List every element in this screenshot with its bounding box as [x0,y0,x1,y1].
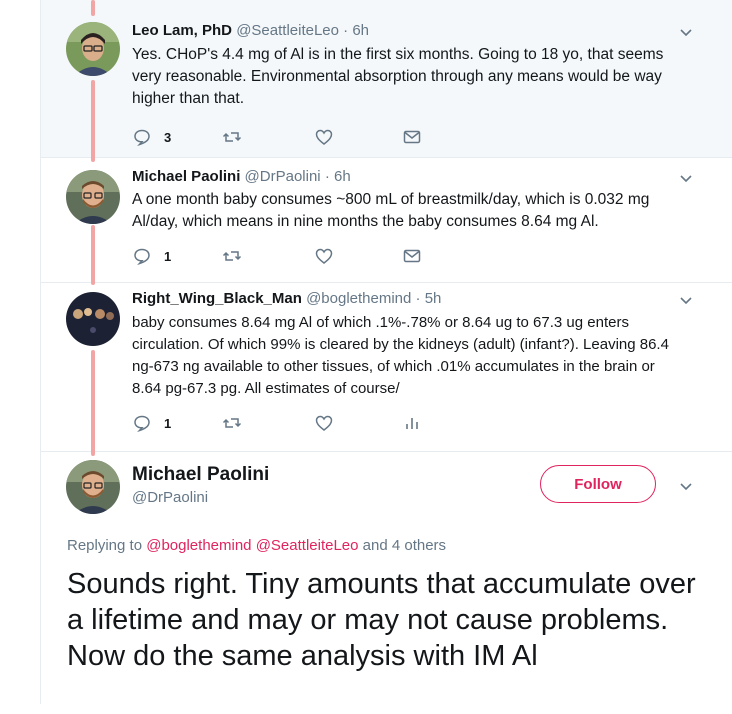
mention-link[interactable]: @SeattleiteLeo [256,537,359,554]
thread-connector [91,350,95,456]
timestamp[interactable]: · 6h [343,22,369,39]
thread-connector [91,0,95,16]
timestamp[interactable]: · 5h [416,290,442,307]
user-handle[interactable]: @SeattleiteLeo [236,22,339,39]
tweet-divider [41,157,732,158]
reply-count: 1 [164,415,172,431]
thread-connector [91,80,95,162]
main-tweet-text: Sounds right. Tiny amounts that accumula… [67,568,696,672]
tweet-header: Right_Wing_Black_Man @boglethemind · 5h [132,290,441,307]
reply-button[interactable]: 1 [132,246,171,266]
tweet-text: baby consumes 8.64 mg Al of which .1%-.7… [132,314,669,397]
avatar-image [66,292,120,346]
thread-connector [91,225,95,285]
follow-button[interactable]: Follow [540,465,656,503]
retweet-icon [222,132,242,142]
avatar[interactable] [66,22,120,76]
tweet-divider [41,451,732,452]
chevron-down-icon[interactable] [676,22,696,42]
tweet-text: A one month baby consumes ~800 mL of bre… [132,191,650,230]
chevron-down-icon[interactable] [676,290,696,310]
chevron-down-icon[interactable] [676,476,696,496]
analytics-button[interactable] [402,413,422,433]
display-name[interactable]: Michael Paolini [132,168,240,185]
display-name[interactable]: Michael Paolini [132,464,269,486]
retweet-button[interactable] [222,127,242,147]
direct-message-button[interactable] [402,246,422,266]
timestamp[interactable]: · 6h [325,168,351,185]
reply-button[interactable]: 1 [132,413,171,433]
mention-link[interactable]: @boglethemind [146,537,251,554]
user-handle[interactable]: @boglethemind [306,290,411,307]
tweet-divider [41,282,732,283]
like-button[interactable] [314,413,334,433]
display-name[interactable]: Leo Lam, PhD [132,22,232,39]
envelope-icon [403,130,421,144]
replying-to: Replying to @boglethemind @SeattleiteLeo… [67,537,446,554]
reply-button[interactable]: 3 [132,127,171,147]
like-button[interactable] [314,246,334,266]
heart-icon [315,248,333,264]
avatar-image [66,170,120,224]
avatar[interactable] [66,460,120,514]
like-button[interactable] [314,127,334,147]
retweet-icon [222,418,242,428]
tweet-header: Michael Paolini @DrPaolini · 6h [132,168,351,185]
avatar[interactable] [66,170,120,224]
retweet-button[interactable] [222,413,242,433]
tweet-header: Leo Lam, PhD @SeattleiteLeo · 6h [132,22,369,39]
analytics-icon [406,418,418,429]
heart-icon [315,129,333,145]
tweet-actions: 1 [132,246,432,266]
heart-icon [315,415,333,431]
user-handle[interactable]: @DrPaolini [245,168,321,185]
replying-prefix: Replying to [67,537,143,554]
retweet-icon [222,251,242,261]
avatar-image [66,460,120,514]
chevron-down-icon[interactable] [676,168,696,188]
reply-count: 1 [164,248,172,264]
user-handle[interactable]: @DrPaolini [132,489,208,506]
tweet-actions: 1 [132,413,432,433]
avatar[interactable] [66,292,120,346]
replying-others[interactable]: and 4 others [363,537,446,554]
display-name[interactable]: Right_Wing_Black_Man [132,290,302,307]
tweet-actions: 3 [132,127,432,147]
retweet-button[interactable] [222,246,242,266]
avatar-image [66,22,120,76]
direct-message-button[interactable] [402,127,422,147]
reply-count: 3 [164,129,172,145]
tweet-text: Yes. CHoP's 4.4 mg of Al is in the first… [132,46,664,107]
reply-icon [134,129,150,147]
reply-icon [134,415,150,433]
envelope-icon [403,249,421,263]
reply-icon [134,248,150,266]
